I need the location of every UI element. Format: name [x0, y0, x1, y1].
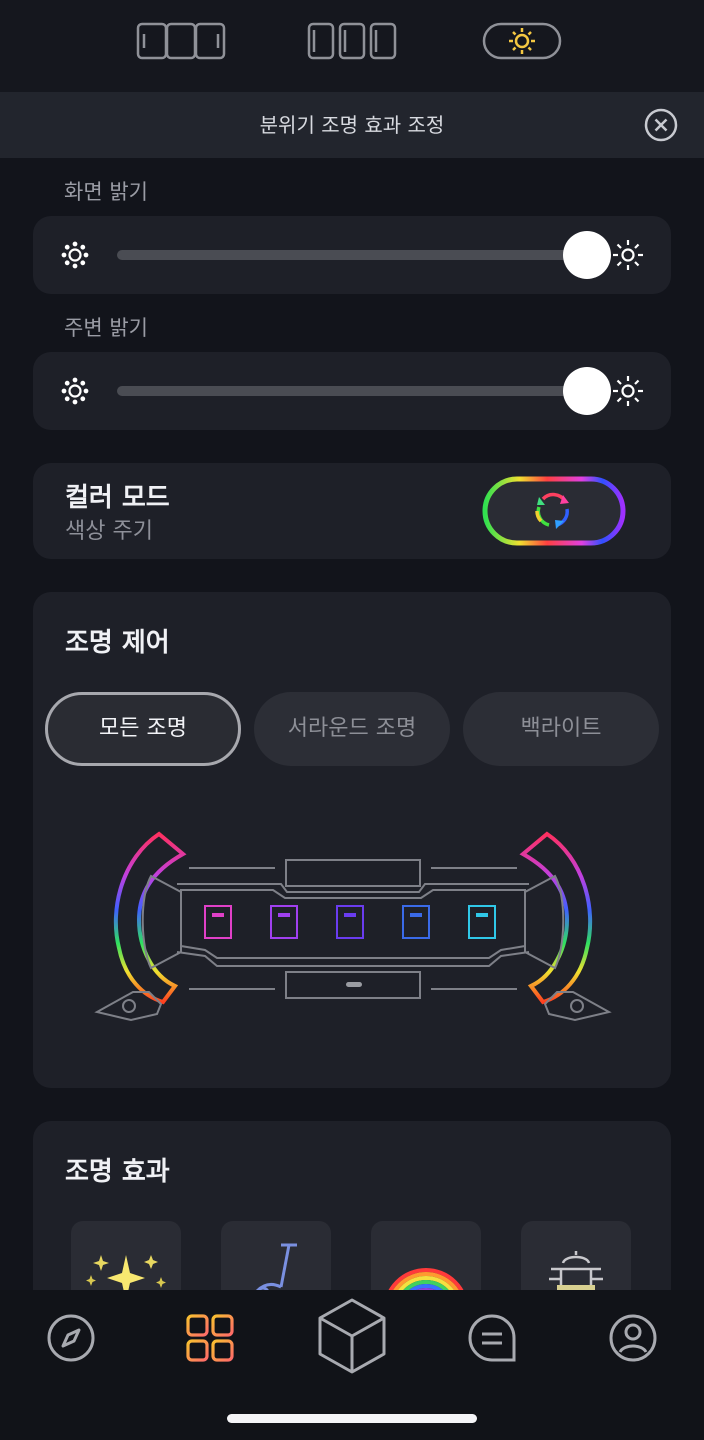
button-light-2 [270, 905, 298, 939]
lighting-effects-title: 조명 효과 [65, 1157, 170, 1187]
screen-brightness-slider[interactable] [33, 216, 671, 294]
color-mode-subtitle: 색상 주기 [65, 519, 153, 544]
tab-all-lights[interactable]: 모든 조명 [45, 692, 241, 766]
tab-surround-lights[interactable]: 서라운드 조명 [254, 692, 450, 766]
profile-icon[interactable] [605, 1310, 661, 1366]
grid-icon[interactable] [182, 1310, 238, 1366]
button-light-1 [204, 905, 232, 939]
button-light-led-5 [476, 913, 488, 917]
top-toolbar [0, 0, 704, 92]
ring-layout-buttons-icon[interactable] [307, 18, 397, 64]
lighting-control-title: 조명 제어 [65, 628, 170, 658]
button-light-led-3 [344, 913, 356, 917]
ring-layout-wide-icon[interactable] [136, 18, 226, 64]
compass-icon[interactable] [43, 1310, 99, 1366]
color-mode-card[interactable]: 컬러 모드 색상 주기 [33, 463, 671, 559]
slider-knob[interactable] [563, 231, 611, 279]
lighting-control-card: 조명 제어 모든 조명 서라운드 조명 백라이트 [33, 592, 671, 1088]
close-icon[interactable] [644, 108, 678, 142]
color-cycle-toggle[interactable] [481, 475, 627, 547]
button-light-led-1 [212, 913, 224, 917]
button-light-led-4 [410, 913, 422, 917]
button-light-3 [336, 905, 364, 939]
chat-icon[interactable] [464, 1310, 520, 1366]
button-lights [204, 905, 496, 939]
tab-backlight[interactable]: 백라이트 [463, 692, 659, 766]
brightness-pill-icon[interactable] [482, 18, 562, 64]
brightness-high-icon [613, 376, 643, 406]
right-grip-light [519, 831, 593, 1005]
left-grip-light [113, 831, 187, 1005]
slider-track[interactable] [117, 386, 587, 396]
top-bar [285, 859, 421, 887]
brightness-low-icon [61, 241, 89, 269]
brightness-high-icon [613, 240, 643, 270]
color-mode-title: 컬러 모드 [65, 483, 170, 513]
button-light-4 [402, 905, 430, 939]
slider-track[interactable] [117, 250, 587, 260]
panel-title: 분위기 조명 효과 조정 [259, 113, 445, 137]
button-light-led-2 [278, 913, 290, 917]
slider-knob[interactable] [563, 367, 611, 415]
brightness-low-icon [61, 377, 89, 405]
screen-brightness-label: 화면 밝기 [64, 180, 148, 204]
button-light-5 [468, 905, 496, 939]
ambient-brightness-slider[interactable] [33, 352, 671, 430]
cube-icon[interactable] [316, 1296, 388, 1374]
panel-header: 분위기 조명 효과 조정 [0, 92, 704, 158]
steering-wheel-diagram [94, 831, 612, 1022]
ambient-brightness-label: 주변 밝기 [64, 316, 148, 340]
home-indicator [227, 1414, 477, 1423]
